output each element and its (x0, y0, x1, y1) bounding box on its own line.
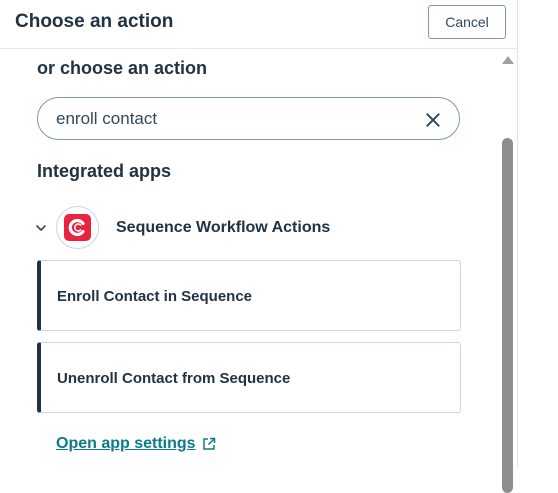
cancel-button[interactable]: Cancel (428, 5, 506, 39)
chevron-down-icon[interactable] (35, 222, 47, 234)
group-title: Integrated apps (37, 161, 172, 181)
open-app-settings-link[interactable]: Open app settings (56, 435, 196, 453)
scrollbar[interactable] (499, 50, 515, 493)
choose-action-panel: Choose an action Cancel or choose an act… (0, 0, 518, 493)
app-name: Sequence Workflow Actions (116, 219, 331, 236)
scroll-up-arrow-icon[interactable] (502, 56, 514, 64)
action-label: Enroll Contact in Sequence (57, 288, 253, 305)
sequence-logo-icon (68, 218, 85, 237)
app-logo (56, 206, 99, 249)
panel-title: Choose an action (15, 11, 174, 32)
scrollbar-thumb[interactable] (502, 138, 513, 493)
action-card-enroll[interactable]: Enroll Contact in Sequence (37, 260, 461, 331)
app-row: Sequence Workflow Actions (30, 204, 470, 252)
action-card-unenroll[interactable]: Unenroll Contact from Sequence (37, 342, 461, 413)
close-icon[interactable] (422, 109, 444, 131)
background-strip (518, 0, 558, 467)
external-link-icon[interactable] (202, 437, 216, 451)
panel-header: Choose an action Cancel (0, 0, 517, 49)
section-title: or choose an action (37, 58, 208, 78)
action-label: Unenroll Contact from Sequence (57, 370, 291, 387)
search-input[interactable] (56, 108, 416, 130)
app-logo-mark (64, 214, 91, 241)
search-box (37, 97, 460, 140)
